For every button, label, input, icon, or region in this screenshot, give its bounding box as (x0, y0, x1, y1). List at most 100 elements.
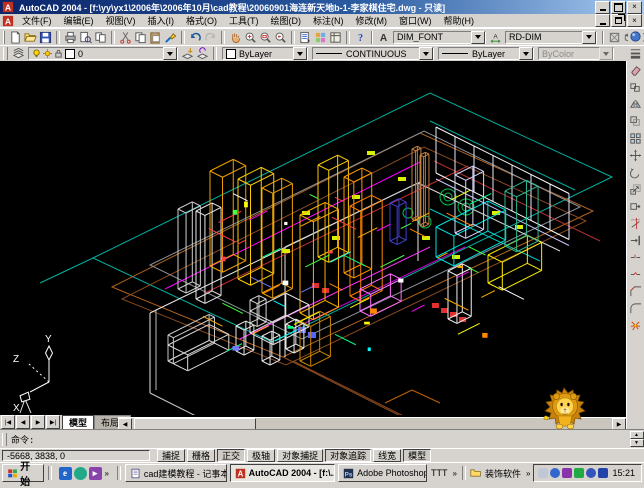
tray-icon-3[interactable] (562, 468, 572, 478)
properties-button[interactable] (298, 30, 313, 45)
tray-icon-5[interactable] (586, 468, 596, 478)
start-button[interactable]: 开始 (2, 464, 44, 482)
combo-arrow-icon[interactable] (582, 31, 596, 44)
zoom-window-button[interactable] (258, 30, 273, 45)
array-button[interactable] (628, 130, 644, 147)
task-photoshop[interactable]: Adobe Photoshop (338, 464, 427, 482)
extend-button[interactable] (628, 232, 644, 249)
move-button[interactable] (628, 147, 644, 164)
rotate-button[interactable] (628, 164, 644, 181)
zoom-previous-button[interactable] (273, 30, 288, 45)
tool-palettes-button[interactable] (328, 30, 343, 45)
menu-tools[interactable]: 工具(T) (223, 13, 265, 28)
trim-button[interactable] (628, 215, 644, 232)
task-acad[interactable]: AutoCAD 2004 - [f:\... (230, 464, 335, 482)
help-button[interactable] (353, 30, 368, 45)
decor-chevron[interactable]: » (525, 469, 531, 478)
layer-on-bulb-icon[interactable] (32, 49, 41, 58)
lion-mascot[interactable] (538, 386, 592, 430)
pan-button[interactable] (228, 30, 243, 45)
menu-file[interactable]: 文件(F) (16, 13, 58, 28)
explode-button[interactable] (628, 317, 644, 334)
menu-insert[interactable]: 插入(I) (142, 13, 181, 28)
make-object-layer-current-button[interactable] (180, 46, 195, 61)
task-notepad[interactable]: cad建模教程 - 记事本 (125, 464, 227, 482)
menu-window[interactable]: 窗口(W) (393, 13, 438, 28)
menu-dimension[interactable]: 标注(N) (307, 13, 350, 28)
msn-icon[interactable] (74, 467, 87, 480)
save-button[interactable] (38, 30, 53, 45)
taskbar-toolbar-decor[interactable]: 装饰软件 (483, 467, 523, 480)
menu-view[interactable]: 视图(V) (100, 13, 142, 28)
break-at-point-button[interactable] (628, 249, 644, 266)
match-properties-button[interactable] (163, 30, 178, 45)
mirror-button[interactable] (628, 96, 644, 113)
combo-arrow-icon[interactable] (419, 47, 433, 60)
next-tab-button[interactable]: ▶ (31, 415, 45, 429)
ortho-toggle[interactable]: 正交 (217, 449, 245, 462)
minimize-button[interactable] (595, 1, 610, 14)
copy-object-button[interactable] (628, 79, 644, 96)
doc-restore-button[interactable] (611, 14, 626, 27)
lineweight-combo[interactable]: ByLayer (438, 47, 534, 60)
prev-tab-button[interactable]: ◀ (16, 415, 30, 429)
redo-button[interactable] (203, 30, 218, 45)
tray-icon-1[interactable] (538, 468, 548, 478)
toolbar-grip[interactable] (3, 31, 5, 44)
media-player-icon[interactable]: ▸ (89, 467, 102, 480)
chamfer-button[interactable] (628, 283, 644, 300)
maximize-button[interactable] (611, 1, 626, 14)
menu-edit[interactable]: 编辑(E) (58, 13, 100, 28)
doc-close-button[interactable]: × (627, 14, 642, 27)
design-center-button[interactable] (313, 30, 328, 45)
ie-icon[interactable]: e (59, 467, 72, 480)
layer-previous-button[interactable] (195, 46, 210, 61)
last-tab-button[interactable]: ▶| (46, 415, 60, 429)
print-button[interactable] (63, 30, 78, 45)
first-tab-button[interactable]: |◀ (1, 415, 15, 429)
polar-toggle[interactable]: 极轴 (247, 449, 275, 462)
new-button[interactable] (8, 30, 23, 45)
otrack-toggle[interactable]: 对象追踪 (325, 449, 371, 462)
tray-icon-4[interactable] (574, 468, 584, 478)
break-button[interactable] (628, 266, 644, 283)
2d-wireframe-button[interactable] (607, 30, 622, 45)
lwt-toggle[interactable]: 线宽 (373, 449, 401, 462)
osnap-toggle[interactable]: 对象捕捉 (277, 449, 323, 462)
color-combo[interactable]: ByLayer (222, 47, 308, 60)
menu-draw[interactable]: 绘图(D) (265, 13, 308, 28)
combo-arrow-icon[interactable] (293, 47, 307, 60)
command-line[interactable]: 命令: (9, 431, 628, 447)
model-toggle[interactable]: 模型 (403, 449, 431, 462)
linetype-combo[interactable]: CONTINUOUS (312, 47, 434, 60)
ttt-chevron[interactable]: » (452, 469, 458, 478)
scale-button[interactable] (628, 181, 644, 198)
snap-toggle[interactable]: 捕捉 (157, 449, 185, 462)
fillet-button[interactable] (628, 300, 644, 317)
print-preview-button[interactable] (78, 30, 93, 45)
dim-style-button[interactable] (488, 30, 503, 45)
toolbar-grip[interactable] (3, 47, 8, 60)
text-style-button[interactable] (376, 30, 391, 45)
combo-arrow-icon[interactable] (519, 47, 533, 60)
layer-combo[interactable]: 0 (28, 47, 178, 60)
menu-help[interactable]: 帮助(H) (438, 13, 481, 28)
taskbar-toolbar-ttt[interactable]: TTT (429, 468, 450, 478)
publish-button[interactable] (93, 30, 108, 45)
command-scroll-down-button[interactable]: ▼ (630, 439, 644, 447)
menu-modify[interactable]: 修改(M) (350, 13, 394, 28)
zoom-realtime-button[interactable] (243, 30, 258, 45)
undo-button[interactable] (188, 30, 203, 45)
menu-format[interactable]: 格式(O) (180, 13, 223, 28)
cut-button[interactable] (118, 30, 133, 45)
shade-sphere-button[interactable] (628, 29, 643, 44)
paste-button[interactable] (148, 30, 163, 45)
layer-properties-button[interactable] (11, 46, 26, 61)
grid-toggle[interactable]: 栅格 (187, 449, 215, 462)
stretch-button[interactable] (628, 198, 644, 215)
erase-button[interactable] (628, 62, 644, 79)
layer-lock-icon[interactable] (54, 49, 63, 58)
drawing-canvas[interactable]: Y X Z (0, 61, 626, 415)
open-button[interactable] (23, 30, 38, 45)
quick-launch-overflow-chevron[interactable]: » (104, 469, 110, 478)
